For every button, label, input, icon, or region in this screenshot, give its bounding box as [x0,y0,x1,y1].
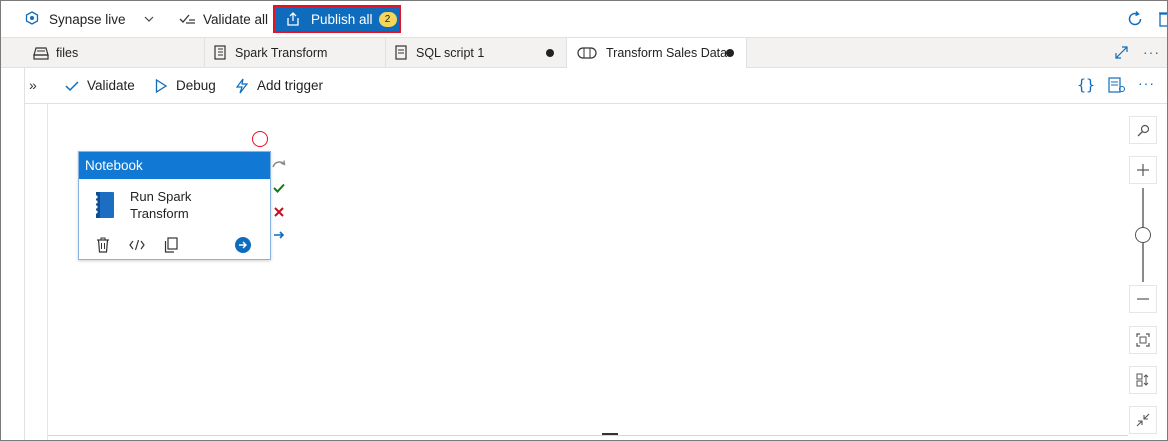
zoom-in-button[interactable] [1129,156,1157,184]
files-icon [33,46,49,60]
validate-button[interactable]: Validate [65,68,135,103]
collapse-arrows-icon [1136,413,1150,427]
activity-header: Notebook [79,152,270,179]
zoom-slider-thumb[interactable] [1135,227,1151,243]
checkmark-icon [65,80,79,92]
add-trigger-button[interactable]: Add trigger [234,68,323,103]
publish-all-label: Publish all [311,11,373,27]
plus-icon [1136,163,1150,177]
fit-to-screen-icon [1136,333,1150,347]
on-failure-icon[interactable] [272,205,286,219]
fit-to-screen-button[interactable] [1129,326,1157,354]
play-icon [155,78,167,93]
collapse-resources-icon[interactable]: » [29,77,37,93]
highlight-circle [252,131,268,147]
collapse-button[interactable] [1129,406,1157,434]
left-rail: » [1,38,25,440]
more-options-icon[interactable]: ··· [1138,75,1155,91]
skip-dependency-icon[interactable] [272,157,286,171]
search-button[interactable] [1129,116,1157,144]
activity-name: Run Spark Transform [130,188,240,222]
copy-icon[interactable] [164,237,178,253]
tab-strip: files Spark Transform SQL script 1 Trans… [1,38,1167,68]
minus-icon [1136,292,1150,306]
search-icon [1137,124,1150,137]
publish-icon [285,11,301,27]
pending-changes-badge: 2 [378,11,397,27]
activity-body: Run Spark Transform [79,179,270,234]
notebook-activity[interactable]: Notebook Run Spark Transform [78,151,271,260]
code-braces-icon[interactable]: {} [1077,76,1095,94]
canvas-bottom-border [48,435,1128,436]
validate-all-button[interactable]: Validate all [179,1,268,37]
activity-type-label: Notebook [85,158,143,173]
properties-icon[interactable] [1108,77,1126,93]
pipeline-command-bar: » Validate Debug Add trigger {} ··· [25,68,1167,104]
auto-align-icon [1136,373,1150,387]
validate-label: Validate [87,78,135,93]
debug-label: Debug [176,78,216,93]
on-success-icon[interactable] [272,181,286,195]
auto-align-button[interactable] [1129,366,1157,394]
delete-icon[interactable] [96,237,110,253]
maximize-icon[interactable] [1115,46,1128,59]
tab-transform-sales-data[interactable]: Transform Sales Data [567,38,747,68]
zoom-slider[interactable] [1135,188,1151,282]
discard-icon[interactable] [1159,11,1167,27]
zoom-out-button[interactable] [1129,285,1157,313]
tab-label: Spark Transform [235,45,328,60]
publish-all-button[interactable]: Publish all 2 [273,5,401,33]
notebook-icon [93,191,115,219]
top-toolbar: Synapse live Validate all Publish all 2 [1,1,1167,38]
pipeline-icon [577,47,597,59]
tab-label: Transform Sales Data [606,46,728,60]
validate-all-label: Validate all [203,11,269,27]
on-completion-icon[interactable] [272,228,286,242]
lightning-icon [234,78,250,94]
workspace-selector[interactable]: Synapse live [25,1,154,37]
tab-files[interactable]: files [25,38,205,67]
sql-script-icon [395,45,407,60]
refresh-icon[interactable] [1126,10,1144,28]
code-icon[interactable] [129,239,145,251]
synapse-studio-window: Synapse live Validate all Publish all 2 [0,0,1168,441]
unsaved-indicator [726,49,734,57]
chevron-down-icon [144,16,154,22]
more-tabs-icon[interactable]: ··· [1143,44,1160,60]
unsaved-indicator [546,49,554,57]
workspace-label: Synapse live [49,11,126,27]
debug-button[interactable]: Debug [155,68,216,103]
activity-footer [79,234,270,259]
add-trigger-label: Add trigger [257,78,324,93]
tab-spark-transform[interactable]: Spark Transform [205,38,386,67]
activity-name-line-2: Transform [130,206,189,221]
tab-label: files [56,45,79,60]
notebook-icon [214,45,226,60]
validate-all-icon [179,12,197,26]
tab-sql-script-1[interactable]: SQL script 1 [386,38,567,67]
tab-label: SQL script 1 [416,45,485,60]
activity-name-line-1: Run Spark [130,189,192,204]
synapse-icon [25,11,41,27]
go-to-notebook-icon[interactable] [235,237,251,253]
